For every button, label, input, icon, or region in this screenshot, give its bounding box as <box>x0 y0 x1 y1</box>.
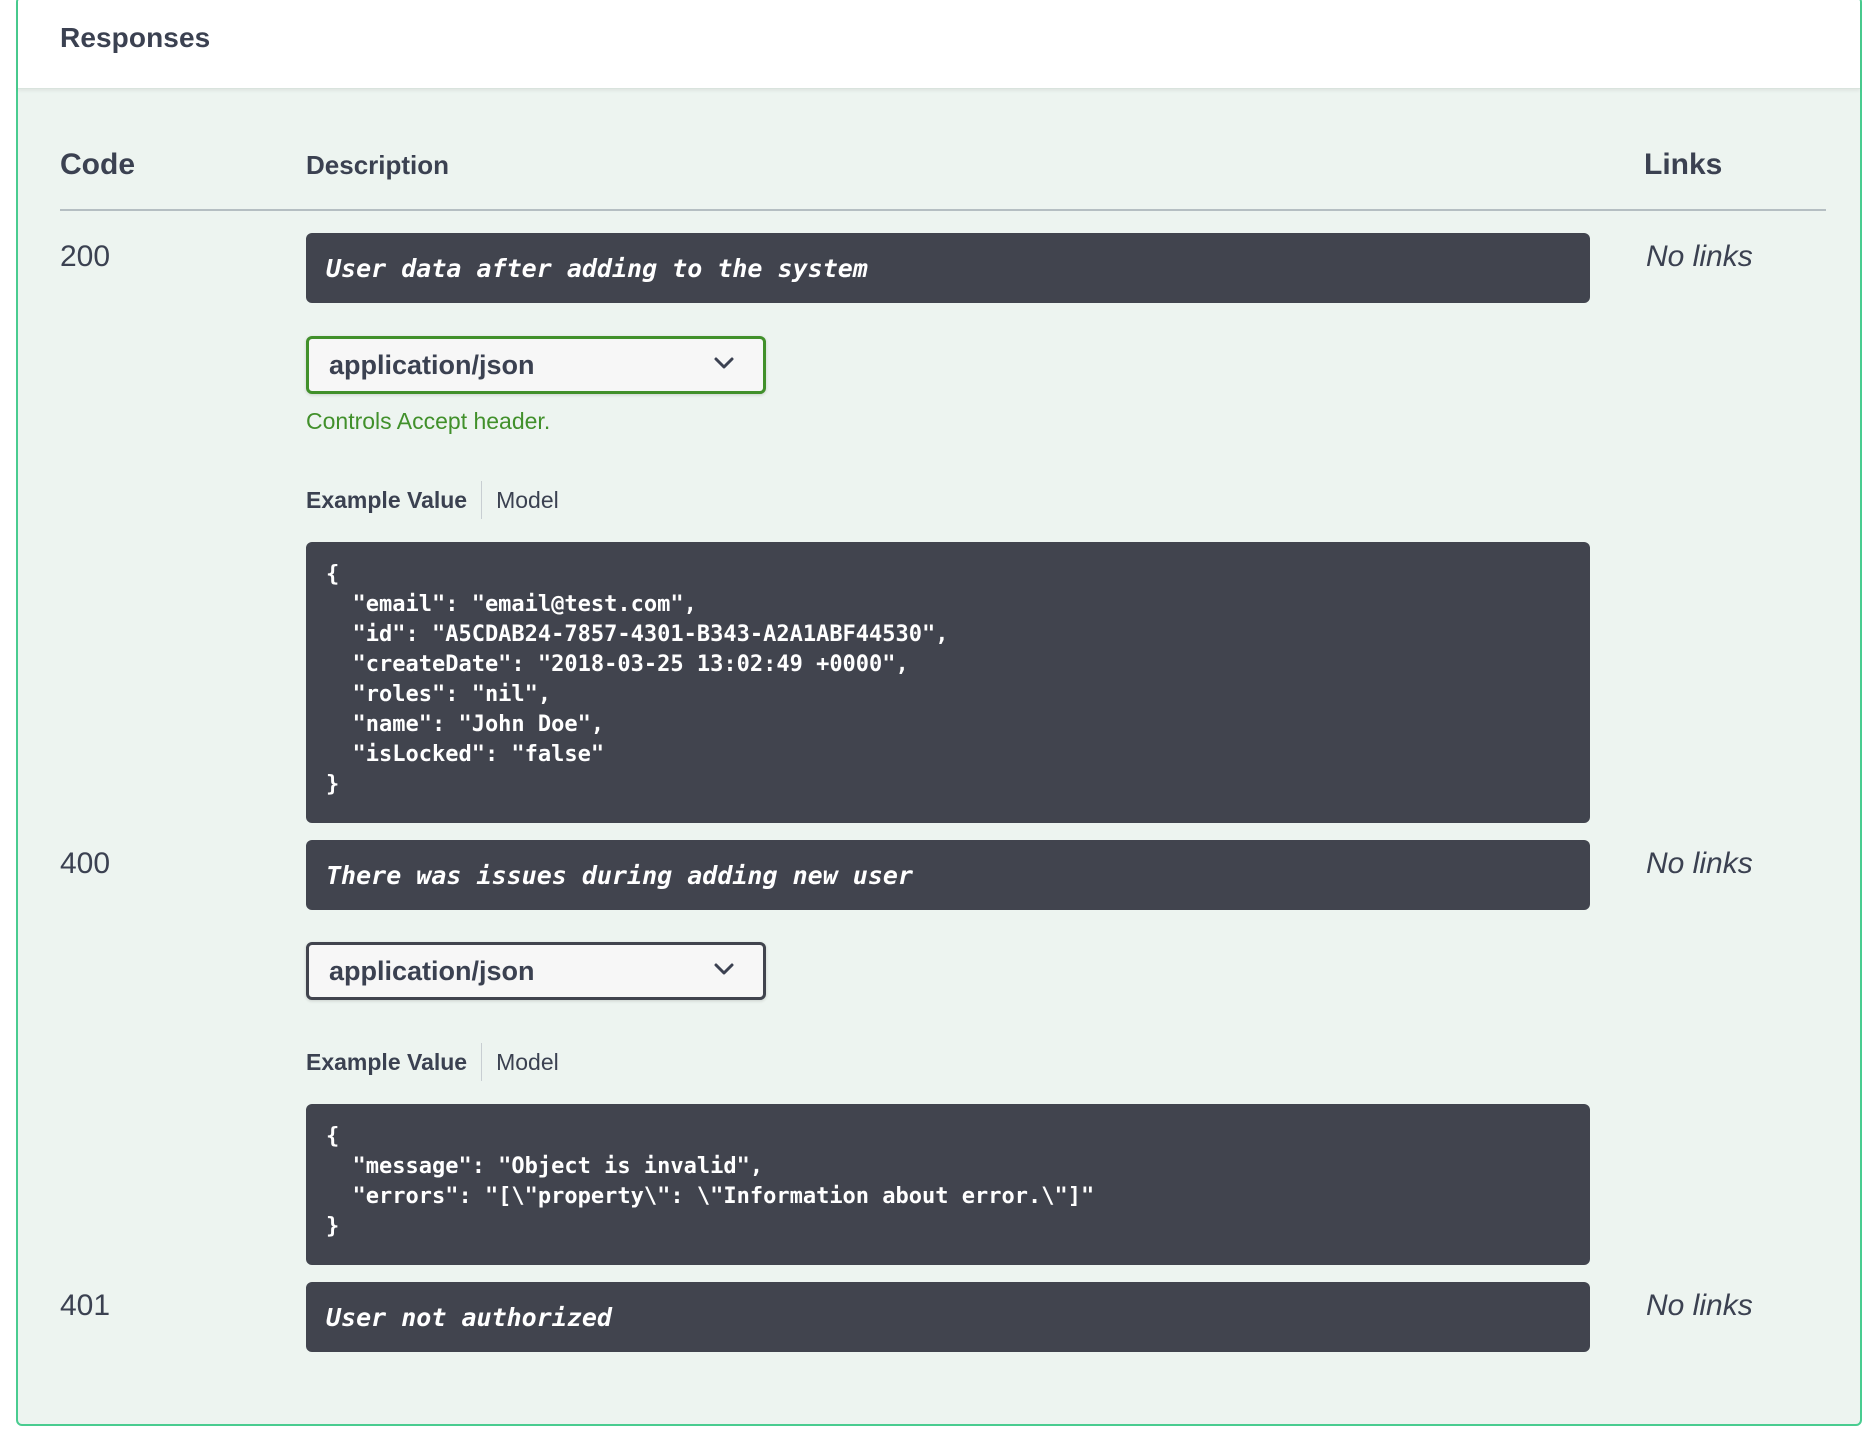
example-tabs-200: Example Value Model <box>306 481 559 519</box>
tab-model[interactable]: Model <box>482 1049 559 1076</box>
response-description-text: User not authorized <box>326 1302 612 1332</box>
responses-title: Responses <box>60 22 211 53</box>
media-type-value: application/json <box>329 350 535 380</box>
response-description-text: User data after adding to the system <box>326 253 868 283</box>
chevron-down-icon <box>714 357 734 369</box>
response-description-200: User data after adding to the system <box>306 233 1590 303</box>
column-header-description: Description <box>306 150 450 180</box>
response-code-200: 200 <box>60 240 111 273</box>
response-description-text: There was issues during adding new user <box>326 860 913 890</box>
tab-example-value[interactable]: Example Value <box>306 487 481 514</box>
example-value-200[interactable]: { "email": "email@test.com", "id": "A5CD… <box>306 542 1590 823</box>
media-type-value: application/json <box>329 956 535 986</box>
response-code-401: 401 <box>60 1289 111 1322</box>
media-type-select-400[interactable]: application/json <box>306 942 766 1000</box>
column-header-code: Code <box>60 148 135 181</box>
responses-panel: Responses Code Description Links 200 Use… <box>16 0 1862 1426</box>
tab-model[interactable]: Model <box>482 487 559 514</box>
response-links-401: No links <box>1646 1289 1753 1322</box>
header-divider <box>60 209 1826 211</box>
media-type-select-200[interactable]: application/json <box>306 336 766 394</box>
example-tabs-400: Example Value Model <box>306 1043 559 1081</box>
response-links-400: No links <box>1646 847 1753 880</box>
column-header-links: Links <box>1644 148 1723 181</box>
media-type-hint: Controls Accept header. <box>306 408 551 434</box>
responses-header: Responses <box>18 0 1860 89</box>
response-code-400: 400 <box>60 847 111 880</box>
tab-example-value[interactable]: Example Value <box>306 1049 481 1076</box>
response-description-400: There was issues during adding new user <box>306 840 1590 910</box>
response-description-401: User not authorized <box>306 1282 1590 1352</box>
example-value-400[interactable]: { "message": "Object is invalid", "error… <box>306 1104 1590 1265</box>
response-links-200: No links <box>1646 240 1753 273</box>
chevron-down-icon <box>714 963 734 975</box>
